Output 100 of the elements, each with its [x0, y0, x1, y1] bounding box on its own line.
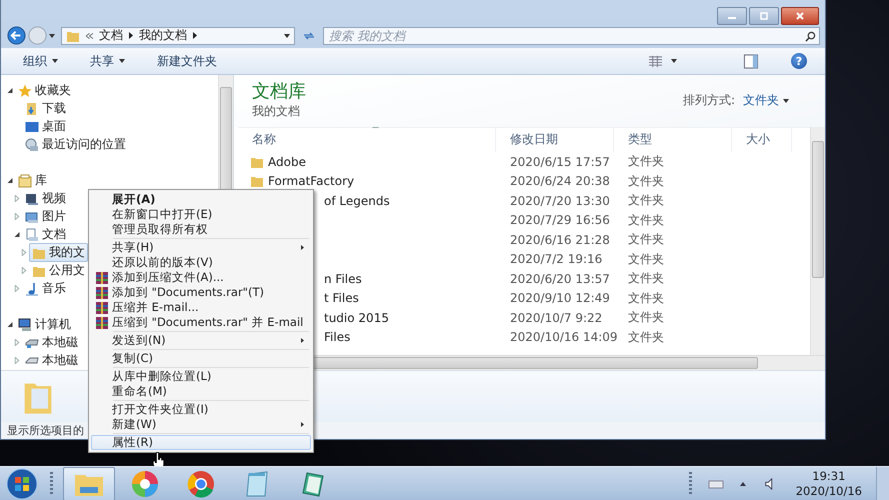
toolbar-button[interactable]: 新建文件夹	[157, 52, 217, 70]
date-cell-text: 2020/7/2 19:16	[509, 252, 604, 266]
close-button[interactable]	[781, 7, 819, 25]
date-cell-text: 2020/7/29 16:56	[509, 213, 611, 228]
menu-item[interactable]: 从库中删除位置(L)	[91, 369, 311, 384]
collapsed-arrow-icon[interactable]	[14, 339, 20, 346]
preview-pane-icon[interactable]	[743, 54, 759, 69]
file-name[interactable]: of Legends	[324, 194, 390, 208]
breadcrumb-arrow-icon[interactable]	[129, 32, 133, 40]
type-cell-text: 文件夹	[627, 172, 665, 190]
address-bar[interactable]: 文档 我的文档	[61, 26, 295, 45]
collapsed-arrow-icon[interactable]	[14, 213, 20, 220]
show-hidden-icons-caret[interactable]	[740, 482, 746, 486]
tree-item[interactable]: 桌面	[22, 117, 69, 136]
file-name[interactable]: Files	[324, 330, 350, 344]
file-name[interactable]: t Files	[324, 291, 359, 306]
file-name[interactable]: tudio 2015	[324, 310, 389, 325]
menu-item[interactable]: 压缩并 E-mail...	[91, 300, 311, 315]
expanded-arrow-icon[interactable]	[14, 231, 20, 238]
date-cell-text: 2020/6/15 17:57	[509, 154, 611, 169]
folder-icon	[250, 174, 264, 188]
caret-icon	[119, 59, 125, 64]
browser-icon	[187, 470, 215, 498]
minimize-button[interactable]	[717, 7, 747, 25]
toolbar-button[interactable]: 共享	[90, 52, 125, 70]
library-subtitle: 我的文档	[252, 103, 301, 120]
menu-item[interactable]: 压缩到 "Documents.rar" 并 E-mail	[91, 315, 311, 330]
menu-item[interactable]: 新建(W)	[91, 417, 311, 432]
tree-item[interactable]: 图片	[22, 207, 69, 226]
toolbar-button[interactable]: 组织	[23, 52, 58, 70]
collapsed-arrow-icon[interactable]	[14, 357, 20, 364]
collapsed-arrow-icon[interactable]	[14, 195, 20, 202]
date-cell-text: 2020/9/10 12:49	[509, 291, 611, 306]
menu-item[interactable]: 属性(R)	[91, 435, 311, 450]
download-folder-icon	[25, 102, 39, 116]
column-header[interactable]: 修改日期	[496, 128, 614, 152]
menu-item[interactable]: 共享(H)	[91, 240, 311, 255]
maximize-icon	[759, 11, 769, 21]
file-name[interactable]: n Files	[324, 272, 362, 286]
file-name[interactable]: FormatFactory	[268, 174, 354, 188]
column-header[interactable]: 大小	[732, 128, 792, 152]
network-icon[interactable]	[708, 478, 724, 490]
date-cell-text: 2020/6/16 21:28	[509, 232, 611, 247]
maximize-button[interactable]	[749, 7, 779, 25]
tree-item[interactable]: 收藏夹	[15, 81, 74, 100]
menu-item[interactable]: 添加到压缩文件(A)...	[91, 270, 311, 285]
star-icon	[18, 84, 32, 98]
tree-item[interactable]: 计算机	[15, 315, 74, 334]
type-cell-text: 文件夹	[627, 270, 665, 288]
status-text: 显示所选项目的	[7, 423, 84, 438]
tree-item[interactable]: 最近访问的位置	[22, 135, 129, 154]
expanded-arrow-icon[interactable]	[7, 87, 13, 94]
search-field[interactable]: 搜索 我的文档	[323, 26, 820, 45]
menu-item[interactable]: 在新窗口中打开(E)	[91, 207, 311, 222]
tree-item[interactable]: 本地磁	[22, 333, 81, 352]
search-icon[interactable]	[805, 30, 816, 42]
expanded-arrow-icon[interactable]	[7, 177, 13, 184]
file-name[interactable]: Adobe	[268, 154, 306, 169]
start-button[interactable]	[6, 468, 38, 500]
tree-item[interactable]: 下载	[22, 99, 69, 118]
clock[interactable]: 19:31 2020/10/16	[796, 468, 862, 498]
close-icon	[795, 11, 805, 21]
column-header[interactable]: 类型	[614, 128, 732, 152]
tree-item[interactable]: 音乐	[22, 279, 69, 298]
collapsed-arrow-icon[interactable]	[21, 249, 27, 256]
menu-item[interactable]: 还原以前的版本(V)	[91, 255, 311, 270]
tree-item[interactable]: 库	[15, 171, 50, 190]
tree-item[interactable]: 文档	[22, 225, 69, 244]
breadcrumb[interactable]: 文档	[99, 27, 123, 44]
menu-item[interactable]: 复制(C)	[91, 351, 311, 366]
tree-item[interactable]: 视频	[22, 189, 69, 208]
collapsed-arrow-icon[interactable]	[21, 267, 27, 274]
menu-item[interactable]: 重命名(M)	[91, 384, 311, 399]
expanded-arrow-icon[interactable]	[7, 321, 13, 328]
chevron-icon	[86, 32, 93, 39]
tree-item[interactable]: 我的文	[29, 243, 88, 262]
menu-item[interactable]: 添加到 "Documents.rar"(T)	[91, 285, 311, 300]
archive-icon	[95, 300, 109, 314]
back-button[interactable]	[7, 26, 26, 46]
taskbar-app-button[interactable]	[63, 466, 115, 500]
dropdown-caret-icon[interactable]	[284, 34, 290, 38]
picture-icon	[25, 210, 39, 224]
tree-item[interactable]: 本地磁	[22, 351, 81, 370]
archive-icon	[95, 316, 109, 330]
menu-item[interactable]: 展开(A)	[91, 192, 311, 207]
computer-icon	[18, 318, 32, 332]
menu-item[interactable]: 发送到(N)	[91, 333, 311, 348]
view-options-icon[interactable]	[648, 54, 663, 68]
arrange-by-dropdown[interactable]: 文件夹	[743, 92, 789, 110]
dropdown-caret-icon[interactable]	[49, 34, 55, 38]
dropdown-caret-icon[interactable]	[671, 59, 677, 64]
breadcrumb[interactable]: 我的文档	[139, 27, 187, 44]
menu-item[interactable]: 管理员取得所有权	[91, 222, 311, 237]
collapsed-arrow-icon[interactable]	[14, 285, 20, 292]
scrollbar[interactable]	[810, 126, 825, 355]
date-cell-text: 2020/6/20 13:57	[509, 272, 611, 286]
type-cell-text: 文件夹	[627, 153, 665, 170]
breadcrumb-arrow-icon[interactable]	[193, 32, 197, 40]
menu-item[interactable]: 打开文件夹位置(I)	[91, 402, 311, 417]
tree-item[interactable]: 公用文	[29, 261, 88, 280]
